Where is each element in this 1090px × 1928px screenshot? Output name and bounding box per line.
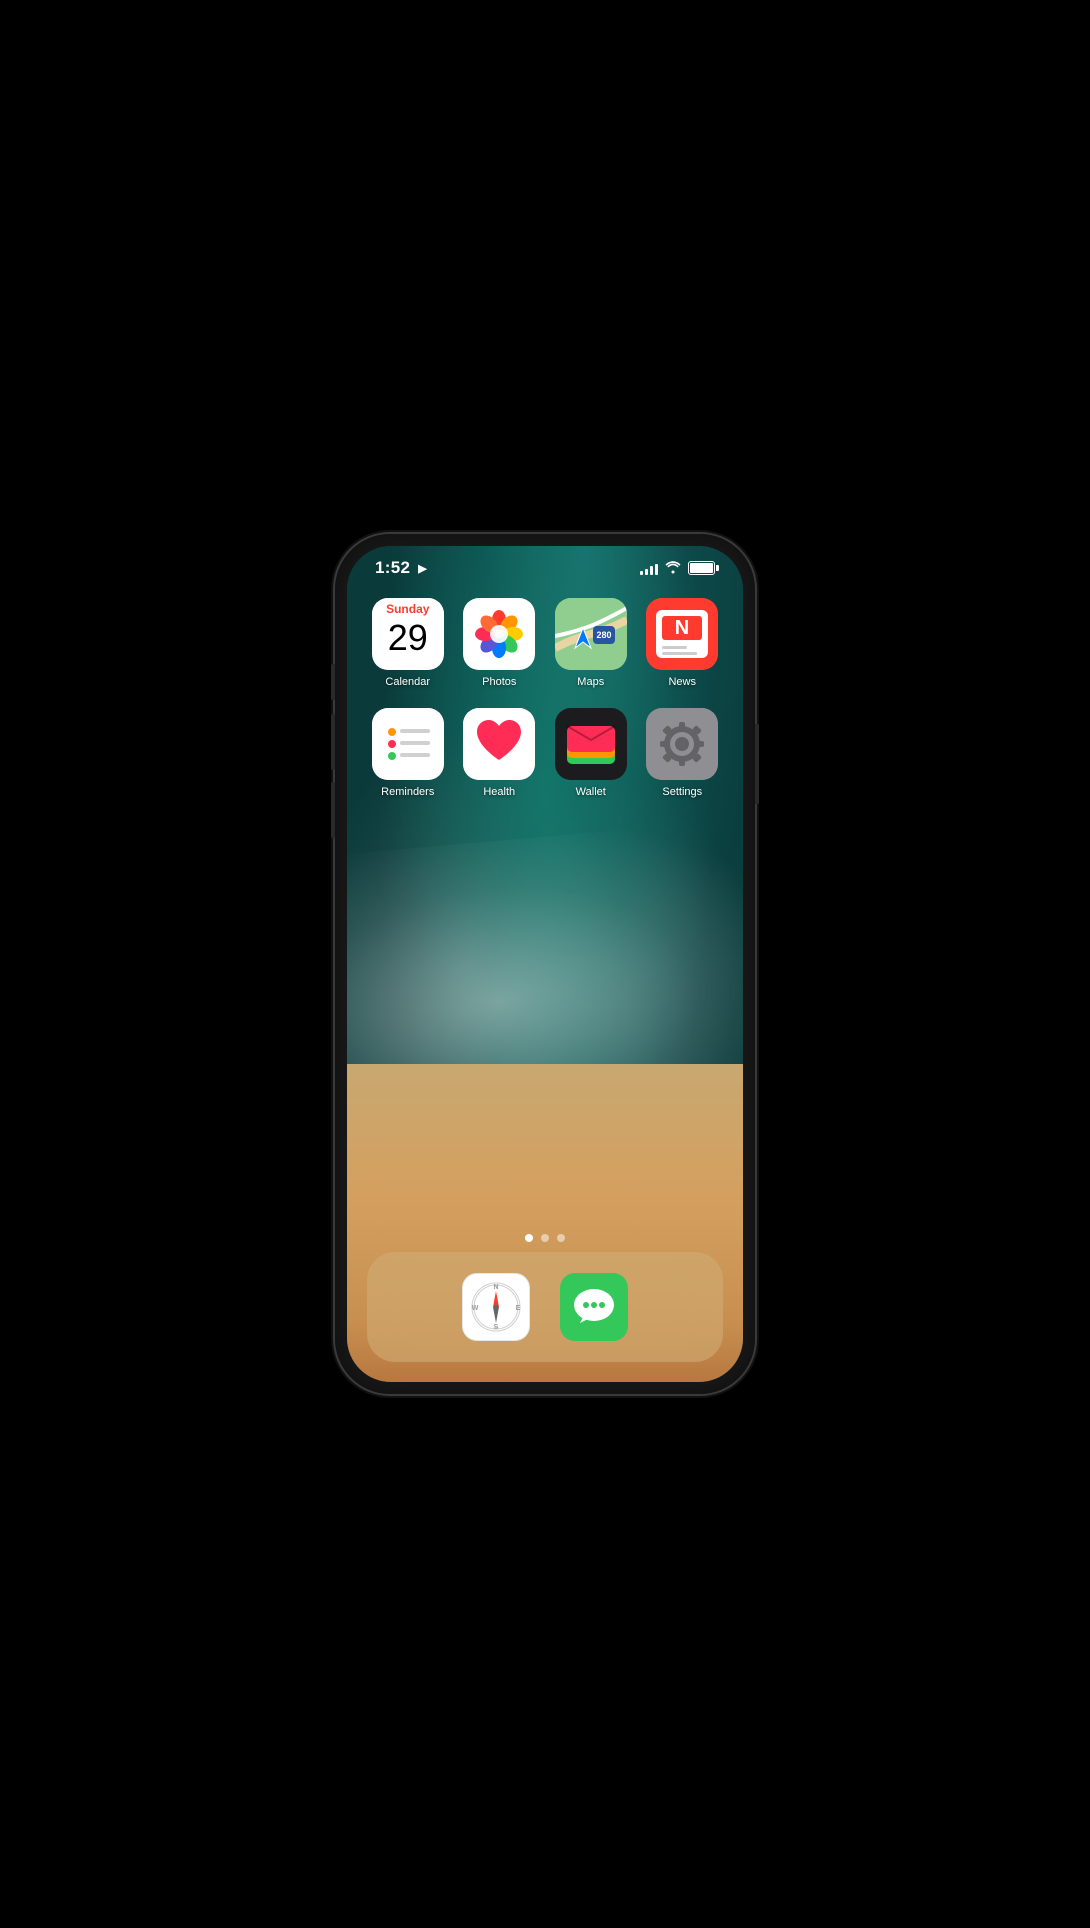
health-icon <box>463 708 535 780</box>
svg-text:E: E <box>516 1305 521 1312</box>
mute-button[interactable] <box>331 664 335 700</box>
messages-icon-svg <box>564 1277 624 1337</box>
app-grid: Sunday 29 Calendar <box>347 598 743 798</box>
maps-label: Maps <box>577 676 604 688</box>
calendar-day: Sunday <box>372 598 444 618</box>
wifi-icon <box>665 561 681 576</box>
status-bar: 1:52 ▶ <box>347 546 743 590</box>
settings-label: Settings <box>662 786 702 798</box>
status-time: 1:52 ▶ <box>375 558 427 578</box>
app-health[interactable]: Health <box>459 708 541 798</box>
photos-flower-svg <box>471 606 527 662</box>
settings-icon-svg <box>646 708 718 780</box>
time-display: 1:52 <box>375 558 410 578</box>
reminders-icon-svg <box>372 708 444 780</box>
photos-icon <box>463 598 535 670</box>
health-icon-svg <box>463 708 535 780</box>
calendar-date: 29 <box>388 620 428 656</box>
signal-bar-3 <box>650 566 653 575</box>
volume-up-button[interactable] <box>331 714 335 770</box>
maps-icon-svg: 280 <box>555 598 627 670</box>
dock-app-safari[interactable]: N S W E <box>462 1273 530 1341</box>
battery-fill <box>690 563 713 573</box>
phone-frame: 1:52 ▶ <box>335 534 755 1394</box>
app-calendar[interactable]: Sunday 29 Calendar <box>367 598 449 688</box>
wallet-label: Wallet <box>576 786 606 798</box>
app-settings[interactable]: Settings <box>642 708 724 798</box>
dock-app-messages[interactable] <box>560 1273 628 1341</box>
page-dot-3 <box>557 1234 565 1242</box>
safari-icon-svg: N S W E <box>466 1277 526 1337</box>
reminders-icon <box>372 708 444 780</box>
calendar-label: Calendar <box>385 676 430 688</box>
app-photos[interactable]: Photos <box>459 598 541 688</box>
photos-label: Photos <box>482 676 516 688</box>
page-dots <box>347 1234 743 1242</box>
app-wallet[interactable]: Wallet <box>550 708 632 798</box>
settings-icon <box>646 708 718 780</box>
power-button[interactable] <box>755 724 759 804</box>
health-label: Health <box>483 786 515 798</box>
phone-screen: 1:52 ▶ <box>347 546 743 1382</box>
dock: N S W E <box>367 1252 723 1362</box>
app-maps[interactable]: 280 Maps <box>550 598 632 688</box>
status-icons <box>640 561 715 576</box>
wallet-icon <box>555 708 627 780</box>
signal-bar-2 <box>645 569 648 575</box>
signal-bar-1 <box>640 571 643 575</box>
app-news[interactable]: N News <box>642 598 724 688</box>
news-icon: N <box>646 598 718 670</box>
volume-down-button[interactable] <box>331 782 335 838</box>
battery-icon <box>688 561 715 575</box>
wallet-icon-svg <box>555 708 627 780</box>
page-dot-2 <box>541 1234 549 1242</box>
reminders-label: Reminders <box>381 786 434 798</box>
signal-bar-4 <box>655 564 658 575</box>
news-label: News <box>668 676 696 688</box>
page-dot-1 <box>525 1234 533 1242</box>
news-icon-svg: N <box>646 598 718 670</box>
app-reminders[interactable]: Reminders <box>367 708 449 798</box>
maps-icon: 280 <box>555 598 627 670</box>
signal-strength-icon <box>640 561 658 575</box>
svg-text:280: 280 <box>596 630 611 640</box>
svg-text:N: N <box>675 617 689 639</box>
calendar-icon: Sunday 29 <box>372 598 444 670</box>
location-arrow-icon: ▶ <box>418 562 427 575</box>
